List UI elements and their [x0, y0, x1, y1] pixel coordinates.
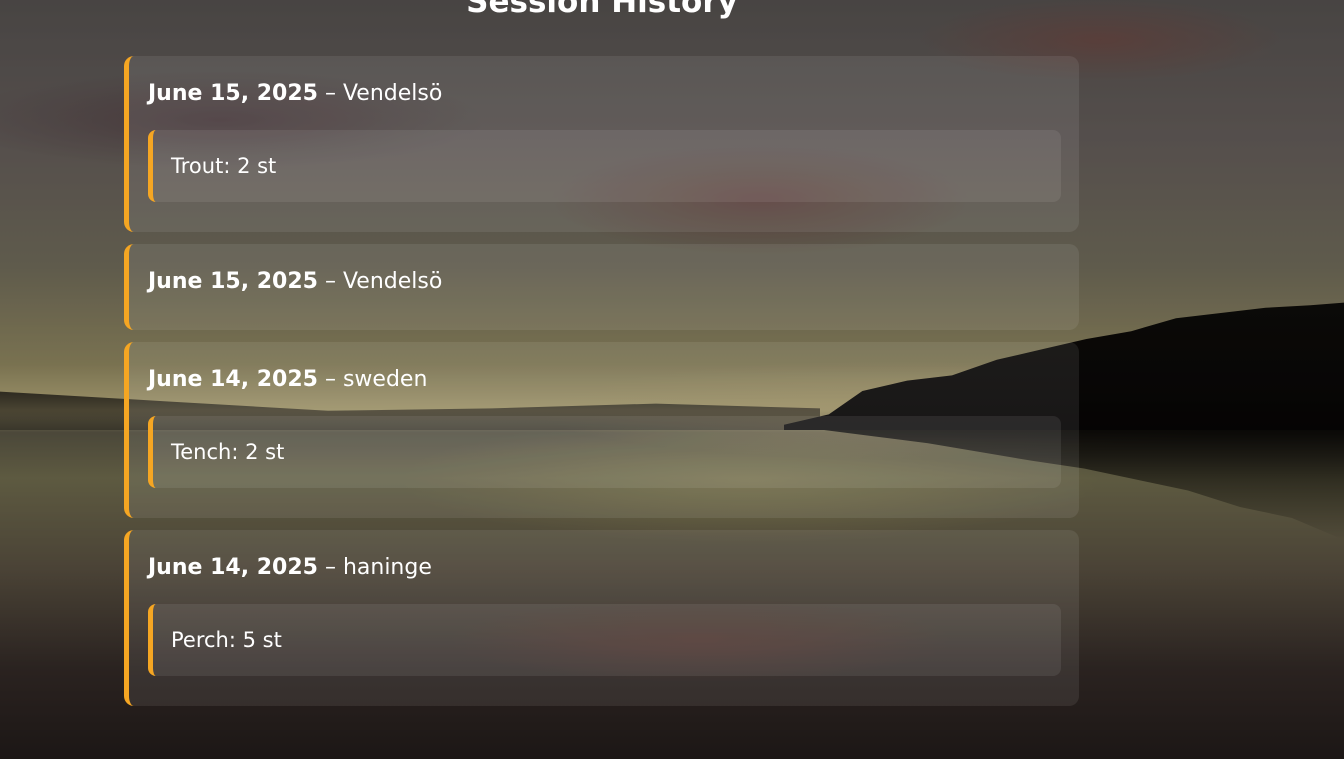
session-card[interactable]: June 15, 2025 – Vendelsö: [124, 244, 1079, 330]
session-header: June 14, 2025 – haninge: [148, 550, 1061, 586]
session-date: June 15, 2025: [148, 81, 318, 106]
catch-count: 2 st: [237, 154, 277, 178]
catch-species: Tench: [171, 440, 245, 464]
session-location: Vendelsö: [342, 81, 443, 106]
session-header: June 15, 2025 – Vendelsö: [148, 264, 1061, 300]
catch-count: 2 st: [245, 440, 285, 464]
catch-item: Tench2 st: [148, 416, 1061, 488]
catch-item: Perch5 st: [148, 604, 1061, 676]
session-location: sweden: [342, 367, 428, 392]
session-date: June 15, 2025: [148, 269, 318, 294]
catch-species: Trout: [171, 154, 237, 178]
catch-item: Trout2 st: [148, 130, 1061, 202]
session-header: June 14, 2025 – sweden: [148, 362, 1061, 398]
session-separator: –: [324, 555, 336, 580]
session-location: Vendelsö: [342, 269, 443, 294]
page-title: Session History: [466, 0, 738, 20]
session-card[interactable]: June 14, 2025 – haninge Perch5 st: [124, 530, 1079, 706]
session-history-page: Session History June 15, 2025 – Vendelsö…: [0, 0, 1344, 759]
session-location: haninge: [342, 555, 432, 580]
session-card[interactable]: June 15, 2025 – Vendelsö Trout2 st: [124, 56, 1079, 232]
session-separator: –: [324, 81, 336, 106]
catch-species: Perch: [171, 628, 243, 652]
session-date: June 14, 2025: [148, 555, 318, 580]
catch-count: 5 st: [242, 628, 282, 652]
session-card[interactable]: June 14, 2025 – sweden Tench2 st: [124, 342, 1079, 518]
session-date: June 14, 2025: [148, 367, 318, 392]
session-header: June 15, 2025 – Vendelsö: [148, 76, 1061, 112]
session-separator: –: [324, 367, 336, 392]
session-list: June 15, 2025 – Vendelsö Trout2 st June …: [124, 56, 1079, 718]
session-separator: –: [324, 269, 336, 294]
